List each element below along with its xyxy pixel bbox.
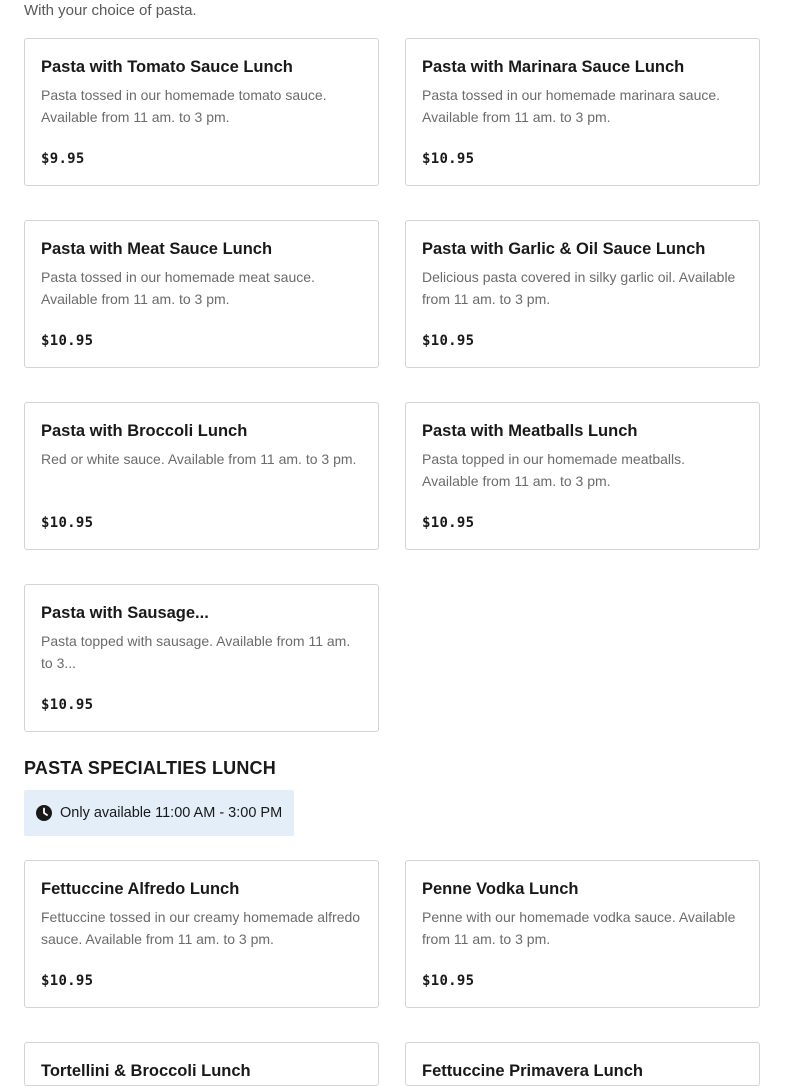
menu-item-price: $10.95 bbox=[422, 973, 475, 989]
menu-item-price: $9.95 bbox=[41, 151, 85, 167]
menu-item-title: Penne Vodka Lunch bbox=[422, 880, 579, 898]
menu-item-card[interactable]: Pasta with Tomato Sauce Lunch Pasta toss… bbox=[24, 38, 379, 186]
menu-item-card[interactable]: Pasta with Garlic & Oil Sauce Lunch Deli… bbox=[405, 220, 760, 368]
menu-item-title: Pasta with Garlic & Oil Sauce Lunch bbox=[422, 240, 706, 258]
menu-item-price: $10.95 bbox=[41, 515, 94, 531]
menu-item-title: Pasta with Meatballs Lunch bbox=[422, 422, 638, 440]
availability-text: Only available 11:00 AM - 3:00 PM bbox=[60, 805, 283, 821]
menu-item-description: Pasta topped with sausage. Available fro… bbox=[41, 633, 351, 671]
menu-item-price: $10.95 bbox=[41, 973, 94, 989]
menu-item-card[interactable]: Pasta with Sausage... Pasta topped with … bbox=[24, 584, 379, 732]
menu-item-description: Fettuccine tossed in our creamy homemade… bbox=[41, 909, 361, 947]
menu-item-card[interactable]: Pasta with Marinara Sauce Lunch Pasta to… bbox=[405, 38, 760, 186]
menu-item-title: Pasta with Broccoli Lunch bbox=[41, 422, 248, 440]
menu-item-card[interactable]: Pasta with Broccoli Lunch Red or white s… bbox=[24, 402, 379, 550]
menu-item-price: $10.95 bbox=[41, 333, 94, 349]
menu-item-card[interactable]: Pasta with Meat Sauce Lunch Pasta tossed… bbox=[24, 220, 379, 368]
menu-item-description: Pasta tossed in our homemade marinara sa… bbox=[422, 87, 721, 125]
menu-item-title: Pasta with Sausage... bbox=[41, 604, 209, 622]
section-subtitle: With your choice of pasta. bbox=[24, 2, 197, 19]
clock-icon bbox=[36, 805, 52, 821]
menu-item-price: $10.95 bbox=[422, 515, 475, 531]
menu-item-price: $10.95 bbox=[422, 151, 475, 167]
menu-item-title: Fettuccine Alfredo Lunch bbox=[41, 880, 240, 898]
menu-item-title: Pasta with Marinara Sauce Lunch bbox=[422, 58, 685, 76]
menu-item-card[interactable]: Tortellini & Broccoli Lunch bbox=[24, 1042, 379, 1086]
menu-item-description: Delicious pasta covered in silky garlic … bbox=[422, 269, 736, 307]
menu-item-price: $10.95 bbox=[41, 697, 94, 713]
menu-item-title: Tortellini & Broccoli Lunch bbox=[41, 1062, 251, 1080]
menu-item-description: Penne with our homemade vodka sauce. Ava… bbox=[422, 909, 736, 947]
menu-item-card[interactable]: Fettuccine Alfredo Lunch Fettuccine toss… bbox=[24, 860, 379, 1008]
menu-item-card[interactable]: Penne Vodka Lunch Penne with our homemad… bbox=[405, 860, 760, 1008]
section-heading: PASTA SPECIALTIES LUNCH bbox=[24, 758, 276, 778]
menu-item-description: Pasta tossed in our homemade tomato sauc… bbox=[41, 87, 327, 125]
availability-banner: Only available 11:00 AM - 3:00 PM bbox=[24, 790, 295, 836]
menu-item-description: Red or white sauce. Available from 11 am… bbox=[41, 451, 357, 467]
menu-item-price: $10.95 bbox=[422, 333, 475, 349]
menu-item-title: Pasta with Meat Sauce Lunch bbox=[41, 240, 273, 258]
menu-item-description: Pasta topped in our homemade meatballs. … bbox=[422, 451, 686, 489]
menu-item-card[interactable]: Fettuccine Primavera Lunch bbox=[405, 1042, 760, 1086]
menu-item-description: Pasta tossed in our homemade meat sauce.… bbox=[41, 269, 315, 307]
menu-item-title: Fettuccine Primavera Lunch bbox=[422, 1062, 643, 1080]
menu-item-card[interactable]: Pasta with Meatballs Lunch Pasta topped … bbox=[405, 402, 760, 550]
menu-item-title: Pasta with Tomato Sauce Lunch bbox=[41, 58, 293, 76]
